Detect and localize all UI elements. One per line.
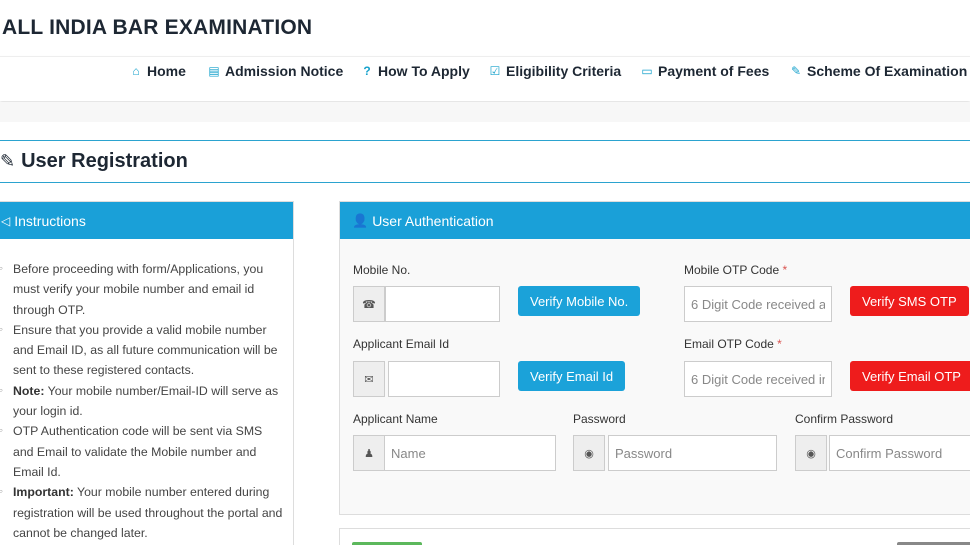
verify-mobile-button[interactable]: Verify Mobile No. — [518, 286, 641, 316]
nav-scheme-of-examination-label: Scheme Of Examination — [807, 63, 968, 79]
instructions-panel: ◁ Instructions Before proceeding with fo… — [0, 201, 294, 545]
nav-scheme-of-examination[interactable]: ✎ Scheme Of Examination — [789, 63, 967, 79]
applicant-name-input[interactable] — [384, 435, 556, 471]
auth-header: 👤 User Authentication — [340, 202, 970, 239]
page-title: User Registration — [21, 150, 188, 172]
nav-admission-notice-label: Admission Notice — [225, 63, 344, 79]
edit-icon: ✎ — [0, 151, 16, 171]
edit-icon: ✎ — [790, 64, 802, 78]
confirm-password-input[interactable] — [829, 435, 970, 471]
nav-how-to-apply-label: How To Apply — [378, 63, 470, 79]
nav-eligibility-criteria-label: Eligibility Criteria — [506, 63, 622, 79]
bullhorn-icon: ◁ — [1, 213, 11, 228]
email-otp-input[interactable] — [684, 361, 832, 397]
nav-home-label: Home — [147, 63, 186, 79]
password-input[interactable] — [608, 435, 777, 471]
verify-email-otp-button[interactable]: Verify Email OTP — [850, 361, 970, 391]
confirm-password-label: Confirm Password — [795, 412, 894, 426]
home-icon: ⌂ — [132, 64, 140, 78]
nav-how-to-apply[interactable]: ? How To Apply — [360, 63, 470, 79]
eye-slash-icon[interactable]: ◉ — [795, 435, 827, 471]
verify-sms-otp-button[interactable]: Verify SMS OTP — [850, 286, 969, 316]
mobile-otp-input[interactable] — [684, 286, 832, 322]
instructions-title: Instructions — [14, 212, 86, 229]
check-square-icon: ☑ — [489, 64, 501, 78]
instruction-item: Before proceeding with form/Applications… — [0, 259, 283, 320]
auth-title: User Authentication — [372, 212, 494, 229]
mobile-label: Mobile No. — [353, 263, 411, 277]
action-panel — [339, 528, 970, 545]
email-otp-label: Email OTP Code * — [684, 337, 782, 351]
question-circle-icon: ? — [363, 64, 371, 78]
user-authentication-panel: 👤 User Authentication Mobile No. ☎ Verif… — [339, 201, 970, 515]
credit-card-icon: ▭ — [641, 64, 653, 78]
main-navbar: ⌂ Home ▤ Admission Notice ? How To Apply… — [0, 56, 970, 101]
nav-payment-of-fees-label: Payment of Fees — [658, 63, 770, 79]
instruction-item: Note: Your mobile number/Email-ID will s… — [0, 381, 283, 422]
user-plus-icon: 👤 — [352, 212, 369, 228]
instruction-item: OTP Authentication code will be sent via… — [0, 421, 283, 482]
instructions-header: ◁ Instructions — [0, 202, 293, 239]
email-label: Applicant Email Id — [353, 337, 450, 351]
nav-home[interactable]: ⌂ Home — [129, 63, 186, 79]
email-input[interactable] — [388, 361, 500, 397]
phone-icon: ☎ — [353, 286, 385, 322]
user-icon: ♟ — [353, 435, 385, 471]
instructions-list: Before proceeding with form/Applications… — [0, 239, 293, 543]
instruction-item: Ensure that you provide a valid mobile n… — [0, 320, 283, 381]
applicant-name-label: Applicant Name — [353, 412, 438, 426]
nav-payment-of-fees[interactable]: ▭ Payment of Fees — [640, 63, 769, 79]
envelope-icon: ✉ — [353, 361, 385, 397]
page-heading: ✎ User Registration — [0, 140, 970, 183]
eye-slash-icon[interactable]: ◉ — [573, 435, 605, 471]
instruction-item: Important: Your mobile number entered du… — [0, 482, 283, 543]
nav-divider-band — [0, 102, 970, 122]
mobile-input[interactable] — [385, 286, 500, 322]
document-icon: ▤ — [208, 64, 220, 78]
site-title: ALL INDIA BAR EXAMINATION — [2, 16, 313, 39]
verify-email-button[interactable]: Verify Email Id — [518, 361, 626, 391]
password-label: Password — [573, 412, 626, 426]
mobile-otp-label: Mobile OTP Code * — [684, 263, 788, 277]
nav-eligibility-criteria[interactable]: ☑ Eligibility Criteria — [488, 63, 622, 79]
nav-admission-notice[interactable]: ▤ Admission Notice — [207, 63, 343, 79]
